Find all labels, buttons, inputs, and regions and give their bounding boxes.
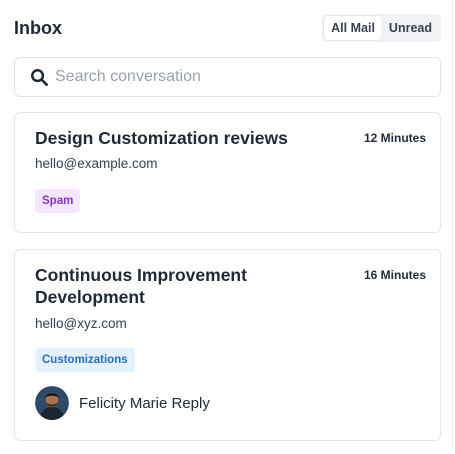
conversation-card[interactable]: Continuous Improvement Development 16 Mi… <box>14 249 441 441</box>
conversation-email: hello@example.com <box>35 156 158 171</box>
inbox-header: Inbox All Mail Unread <box>14 14 441 42</box>
avatar-icon <box>35 386 69 420</box>
conversation-email: hello@xyz.com <box>35 316 127 331</box>
mail-filter-toggle: All Mail Unread <box>322 14 441 42</box>
unread-button[interactable]: Unread <box>382 16 439 40</box>
conversation-time: 16 Minutes <box>363 268 426 282</box>
search-input[interactable] <box>55 66 425 88</box>
conversation-subject: Continuous Improvement Development <box>35 265 247 307</box>
reply-sender-name: Felicity Marie Reply <box>79 394 210 412</box>
tag-badge: Spam <box>35 189 81 213</box>
inbox-panel: Inbox All Mail Unread Design Customizati… <box>0 0 455 454</box>
conversation-subject: Design Customization reviews <box>35 128 288 148</box>
conversation-time: 12 Minutes <box>363 131 426 145</box>
panel-divider <box>452 0 453 448</box>
all-mail-button[interactable]: All Mail <box>324 16 382 40</box>
page-title: Inbox <box>14 18 62 38</box>
search-box <box>14 57 441 97</box>
search-icon <box>31 69 48 86</box>
conversation-card[interactable]: Design Customization reviews 12 Minutes … <box>14 112 441 233</box>
tag-badge: Customizations <box>35 348 135 372</box>
reply-sender: Felicity Marie Reply <box>35 386 210 420</box>
